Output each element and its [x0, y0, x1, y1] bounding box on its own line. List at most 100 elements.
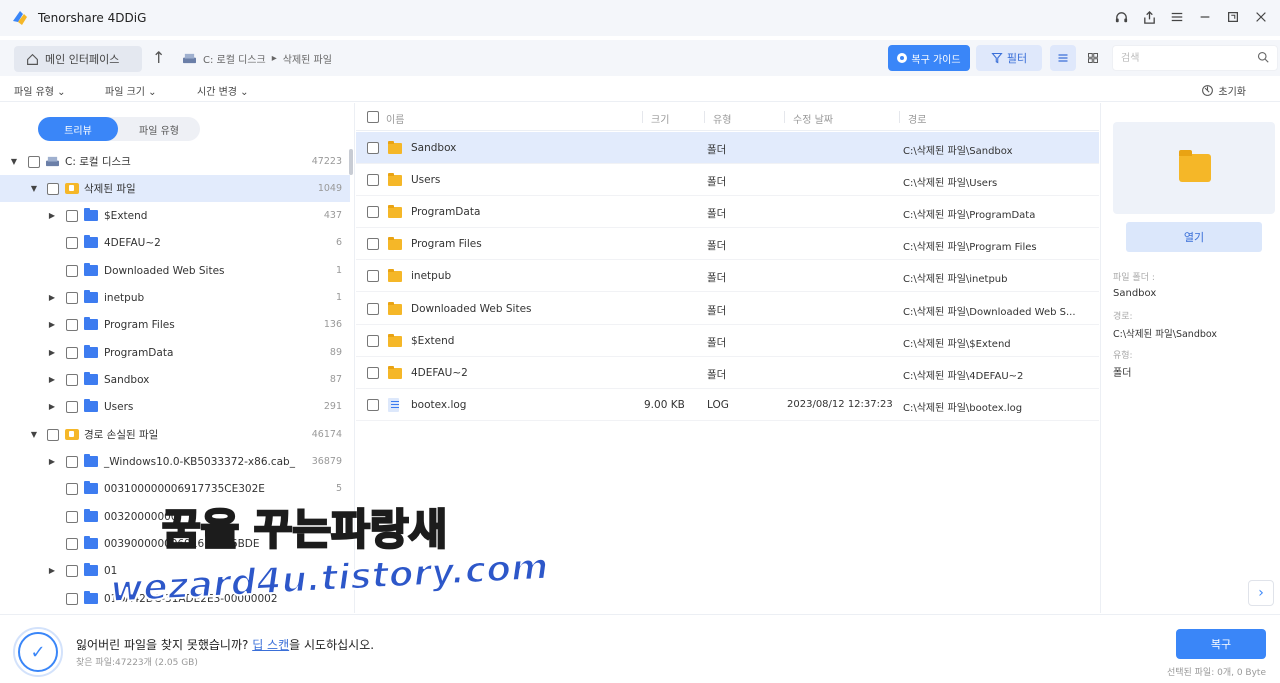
tree-item[interactable]: 003100000006917735CE302E 5	[0, 475, 350, 502]
home-button[interactable]: 메인 인터페이스	[14, 46, 142, 72]
up-arrow-icon[interactable]: ↑	[152, 48, 165, 67]
tree-checkbox[interactable]	[66, 346, 78, 359]
row-checkbox[interactable]	[367, 142, 379, 154]
column-divider[interactable]	[784, 111, 785, 123]
tree-checkbox[interactable]	[66, 482, 78, 495]
search-icon[interactable]	[1257, 51, 1269, 66]
column-header-type[interactable]: 유형	[713, 111, 731, 126]
tree-checkbox[interactable]	[66, 318, 78, 331]
tree-item[interactable]: 4DEFAU~2 6	[0, 229, 350, 256]
tree-checkbox[interactable]	[66, 291, 78, 304]
expand-arrow-icon[interactable]: ▶	[47, 293, 57, 302]
expand-arrow-icon[interactable]: ▶	[47, 457, 57, 466]
tree-item[interactable]: 01DA42DC-31ADE2E3-00000002	[0, 585, 350, 612]
tree-checkbox[interactable]	[66, 209, 78, 222]
file-row[interactable]: Sandbox 폴더 C:\삭제된 파일\Sandbox	[356, 132, 1099, 164]
tree-item[interactable]: Downloaded Web Sites 1	[0, 257, 350, 284]
file-row[interactable]: Downloaded Web Sites 폴더 C:\삭제된 파일\Downlo…	[356, 293, 1099, 325]
column-header-path[interactable]: 경로	[908, 111, 926, 126]
file-row[interactable]: bootex.log 9.00 KB LOG 2023/08/12 12:37:…	[356, 389, 1099, 421]
tree-checkbox[interactable]	[47, 428, 59, 441]
tree-checkbox[interactable]	[66, 564, 78, 577]
close-icon[interactable]	[1250, 6, 1272, 28]
reset-button[interactable]: 초기화	[1201, 83, 1246, 98]
column-divider[interactable]	[642, 111, 643, 123]
expand-arrow-icon[interactable]: ▶	[47, 348, 57, 357]
file-row[interactable]: Program Files 폴더 C:\삭제된 파일\Program Files	[356, 228, 1099, 260]
column-header-name[interactable]: 이름	[386, 111, 404, 126]
select-all-checkbox[interactable]	[367, 111, 379, 123]
tree-checkbox[interactable]	[66, 455, 78, 468]
tree-item[interactable]: ▶ Sandbox 87	[0, 366, 350, 393]
tree-item-drive[interactable]: ▼ C: 로컬 디스크 47223	[0, 148, 350, 175]
tree-item[interactable]: ▶ ProgramData 89	[0, 339, 350, 366]
column-header-date[interactable]: 수정 날짜	[793, 111, 833, 126]
file-row[interactable]: 4DEFAU~2 폴더 C:\삭제된 파일\4DEFAU~2	[356, 357, 1099, 389]
time-change-dropdown[interactable]: 시간 변경 ⌄	[197, 83, 249, 98]
file-row[interactable]: inetpub 폴더 C:\삭제된 파일\inetpub	[356, 260, 1099, 292]
row-checkbox[interactable]	[367, 238, 379, 250]
tree-checkbox[interactable]	[66, 592, 78, 605]
chevron-right-icon[interactable]: ›	[1248, 580, 1274, 606]
row-checkbox[interactable]	[367, 399, 379, 411]
deep-scan-link[interactable]: 딥 스캔	[252, 638, 289, 652]
expand-arrow-icon[interactable]: ▶	[47, 211, 57, 220]
recover-button[interactable]: 복구	[1176, 629, 1266, 659]
filter-button[interactable]: 필터	[976, 45, 1042, 71]
tree-view-tab[interactable]: 트리뷰	[38, 117, 118, 141]
tree-item[interactable]: 00390000000691637226BDE	[0, 530, 350, 557]
tree-checkbox[interactable]	[66, 264, 78, 277]
row-checkbox[interactable]	[367, 206, 379, 218]
expand-arrow-icon[interactable]: ▶	[47, 402, 57, 411]
tree-item[interactable]: ▶ _Windows10.0-KB5033372-x86.cab_ 36879	[0, 448, 350, 475]
open-button[interactable]: 열기	[1126, 222, 1262, 252]
tree-item[interactable]: ▶ $Extend 437	[0, 202, 350, 229]
tree-item[interactable]: 00320000000	[0, 503, 350, 530]
breadcrumb-current[interactable]: 삭제된 파일	[283, 51, 332, 66]
file-row[interactable]: $Extend 폴더 C:\삭제된 파일\$Extend	[356, 325, 1099, 357]
list-view-button[interactable]	[1050, 45, 1076, 71]
row-checkbox[interactable]	[367, 174, 379, 186]
expand-arrow-icon[interactable]: ▼	[9, 157, 19, 166]
maximize-icon[interactable]	[1222, 6, 1244, 28]
expand-arrow-icon[interactable]: ▼	[29, 184, 39, 193]
support-headset-icon[interactable]	[1110, 6, 1132, 28]
expand-arrow-icon[interactable]: ▶	[47, 320, 57, 329]
file-type-dropdown[interactable]: 파일 유형 ⌄	[14, 83, 66, 98]
tree-checkbox[interactable]	[66, 537, 78, 550]
row-checkbox[interactable]	[367, 335, 379, 347]
file-size-dropdown[interactable]: 파일 크기 ⌄	[105, 83, 157, 98]
tree-item[interactable]: ▶ inetpub 1	[0, 284, 350, 311]
file-row[interactable]: Users 폴더 C:\삭제된 파일\Users	[356, 164, 1099, 196]
tree-item[interactable]: ▶ 01	[0, 557, 350, 584]
column-divider[interactable]	[704, 111, 705, 123]
recovery-guide-button[interactable]: 복구 가이드	[888, 45, 970, 71]
row-checkbox[interactable]	[367, 270, 379, 282]
search-input[interactable]	[1113, 46, 1243, 70]
column-header-size[interactable]: 크기	[651, 111, 669, 126]
share-icon[interactable]	[1138, 6, 1160, 28]
tree-checkbox[interactable]	[66, 236, 78, 249]
tree-item-deleted-files[interactable]: ▼ 삭제된 파일 1049	[0, 175, 350, 202]
tree-checkbox[interactable]	[66, 510, 78, 523]
column-divider[interactable]	[899, 111, 900, 123]
tree-item[interactable]: ▶ Program Files 136	[0, 311, 350, 338]
tree-item[interactable]: ▶ Users 291	[0, 393, 350, 420]
row-checkbox[interactable]	[367, 367, 379, 379]
tree-checkbox[interactable]	[66, 373, 78, 386]
breadcrumb-drive[interactable]: C: 로컬 디스크	[203, 51, 266, 66]
expand-arrow-icon[interactable]: ▶	[47, 375, 57, 384]
minimize-icon[interactable]	[1194, 6, 1216, 28]
expand-arrow-icon[interactable]: ▼	[29, 430, 39, 439]
tree-checkbox[interactable]	[47, 182, 59, 195]
tree-checkbox[interactable]	[28, 155, 40, 168]
grid-view-button[interactable]	[1080, 45, 1106, 71]
tree-checkbox[interactable]	[66, 400, 78, 413]
tree-item-lost-files[interactable]: ▼ 경로 손실된 파일 46174	[0, 421, 350, 448]
row-checkbox[interactable]	[367, 303, 379, 315]
expand-arrow-icon[interactable]: ▶	[47, 566, 57, 575]
file-type-tab[interactable]: 파일 유형	[118, 117, 200, 141]
menu-icon[interactable]	[1166, 6, 1188, 28]
file-row[interactable]: ProgramData 폴더 C:\삭제된 파일\ProgramData	[356, 196, 1099, 228]
folder-icon	[84, 208, 98, 221]
